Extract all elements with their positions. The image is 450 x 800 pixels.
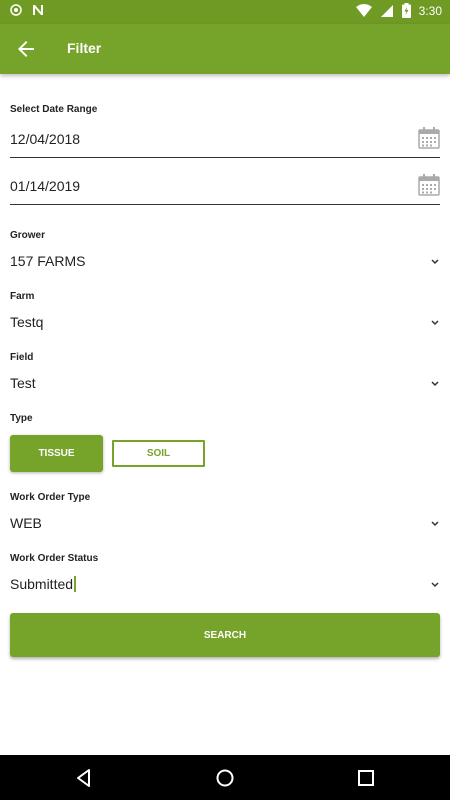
- chevron-down-icon: [431, 320, 439, 326]
- grower-label: Grower: [10, 230, 46, 241]
- grower-select[interactable]: 157 FARMS: [10, 251, 440, 275]
- calendar-icon[interactable]: [418, 174, 440, 196]
- work-order-type-value: WEB: [10, 515, 42, 531]
- page-title: Filter: [67, 40, 102, 56]
- date-range-label: Select Date Range: [10, 104, 98, 115]
- status-bar: 3:30: [0, 0, 450, 24]
- tissue-type-button[interactable]: TISSUE: [10, 435, 103, 472]
- farm-value: Testq: [10, 314, 44, 330]
- chevron-down-icon: [431, 259, 439, 265]
- chevron-down-icon: [431, 582, 439, 588]
- type-label: Type: [10, 413, 33, 424]
- recents-nav-icon[interactable]: [355, 767, 377, 789]
- n-notification-icon: [33, 5, 43, 15]
- back-arrow-icon[interactable]: [14, 37, 38, 61]
- start-date-field[interactable]: 12/04/2018: [10, 125, 440, 158]
- chevron-down-icon: [431, 381, 439, 387]
- work-order-status-select[interactable]: Submitted: [10, 574, 440, 598]
- work-order-type-select[interactable]: WEB: [10, 513, 440, 537]
- calendar-icon[interactable]: [418, 127, 440, 149]
- navigation-bar: [0, 755, 450, 800]
- work-order-status-display: Submitted: [10, 576, 77, 592]
- status-time: 3:30: [418, 3, 442, 18]
- text-cursor: [74, 576, 77, 592]
- end-date-field[interactable]: 01/14/2019: [10, 172, 440, 205]
- soil-type-button[interactable]: SOIL: [112, 440, 205, 467]
- field-value: Test: [10, 375, 36, 391]
- field-select[interactable]: Test: [10, 373, 440, 397]
- wifi-icon: [355, 3, 372, 17]
- farm-label: Farm: [10, 291, 35, 302]
- farm-select[interactable]: Testq: [10, 312, 440, 336]
- battery-charging-icon: [401, 3, 411, 18]
- chevron-down-icon: [431, 521, 439, 527]
- back-nav-icon[interactable]: [73, 767, 95, 789]
- work-order-status-label: Work Order Status: [10, 553, 99, 564]
- work-order-type-label: Work Order Type: [10, 492, 91, 503]
- shield-notification-icon: [10, 4, 22, 16]
- work-order-status-value: Submitted: [10, 576, 74, 592]
- grower-value: 157 FARMS: [10, 253, 86, 269]
- start-date-value: 12/04/2018: [10, 131, 81, 147]
- home-nav-icon[interactable]: [214, 767, 236, 789]
- end-date-value: 01/14/2019: [10, 178, 81, 194]
- field-label: Field: [10, 352, 34, 363]
- signal-icon: [380, 4, 393, 17]
- app-bar: Filter: [0, 24, 450, 74]
- search-button[interactable]: SEARCH: [10, 613, 440, 657]
